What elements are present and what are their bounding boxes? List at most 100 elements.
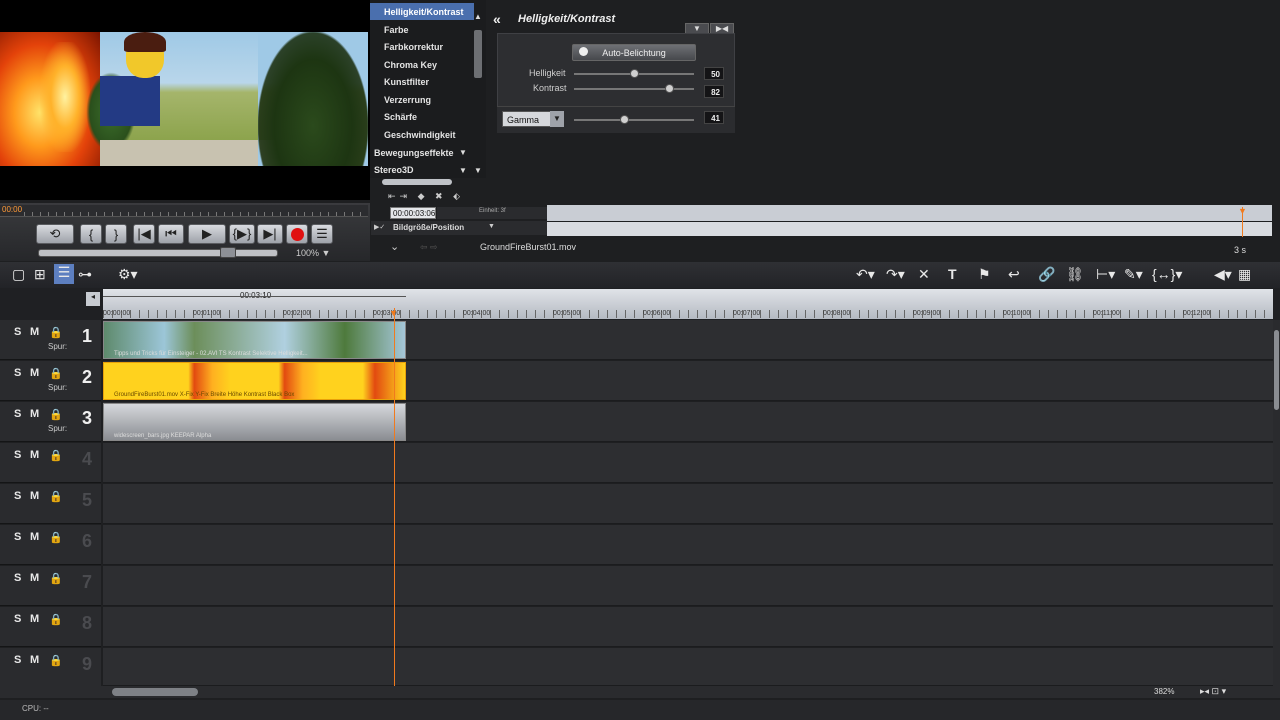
redo-icon[interactable]: ↷▾ xyxy=(886,266,905,283)
timeline-view-icon[interactable]: ☰ xyxy=(54,264,74,284)
solo-button[interactable]: S xyxy=(14,449,21,461)
gear-icon[interactable]: ⚙▾ xyxy=(118,266,138,283)
solo-button[interactable]: S xyxy=(14,490,21,502)
undo-icon[interactable]: ↶▾ xyxy=(856,266,875,283)
track-lane[interactable] xyxy=(103,443,1273,483)
marker-icon[interactable]: ⚑ xyxy=(978,266,991,283)
timeline-zoom[interactable]: 382% xyxy=(1154,687,1174,696)
expand-icon[interactable]: ▶✓ xyxy=(374,223,385,231)
lock-icon[interactable]: 🔒 xyxy=(49,367,63,380)
prev-keyframe-icon[interactable]: ⇤⇥ xyxy=(388,191,411,201)
lock-icon[interactable]: 🔒 xyxy=(49,408,63,421)
effect-chroma-key[interactable]: Chroma Key xyxy=(370,56,474,73)
return-icon[interactable]: ↩ xyxy=(1008,266,1020,283)
collapse-panel-icon[interactable]: « xyxy=(493,11,501,27)
solo-button[interactable]: S xyxy=(14,367,21,379)
solo-button[interactable]: S xyxy=(14,531,21,543)
keyframe-nav[interactable]: ⇤⇥ ◆ ✖ ⬖ xyxy=(388,191,464,202)
single-view-icon[interactable]: ▢ xyxy=(12,266,25,283)
lock-icon[interactable]: 🔒 xyxy=(49,449,63,462)
mute-button[interactable]: M xyxy=(30,613,39,625)
loop-button[interactable]: ⟲ xyxy=(36,224,74,244)
keyframe-track[interactable] xyxy=(547,222,1272,236)
lock-icon[interactable]: 🔒 xyxy=(49,531,63,544)
prev-marker-button[interactable]: |◀ xyxy=(133,224,155,244)
unlink-icon[interactable]: ⛓ xyxy=(1066,266,1084,283)
mute-button[interactable]: M xyxy=(30,449,39,461)
play-button[interactable]: ▶ xyxy=(188,224,226,244)
text-icon[interactable]: T xyxy=(948,266,957,282)
effect-helligkeit[interactable]: Helligkeit/Kontrast xyxy=(370,3,474,20)
prev-frame-button[interactable]: ⏮ xyxy=(158,224,184,244)
lock-icon[interactable]: 🔒 xyxy=(49,654,63,667)
effect-farbkorrektur[interactable]: Farbkorrektur xyxy=(370,38,474,55)
lock-icon[interactable]: 🔒 xyxy=(49,326,63,339)
brightness-knob[interactable] xyxy=(630,69,639,78)
contrast-value[interactable]: 82 xyxy=(704,85,724,98)
effect-farbe[interactable]: Farbe xyxy=(370,21,474,38)
keyframe-ruler[interactable] xyxy=(547,205,1272,221)
next-frame-button[interactable]: ▶| xyxy=(257,224,283,244)
pencil-icon[interactable]: ✎▾ xyxy=(1124,266,1143,283)
mute-button[interactable]: M xyxy=(30,490,39,502)
mixer-view-icon[interactable]: ⊶ xyxy=(78,266,92,283)
delete-icon[interactable]: ✕ xyxy=(918,266,930,283)
zoom-fit-icon[interactable]: ▸◂ ⊡ ▾ xyxy=(1200,686,1226,697)
lock-icon[interactable]: 🔒 xyxy=(49,572,63,585)
video-clip-1[interactable]: Tipps und Tricks für Einsteiger - 02.AVI… xyxy=(103,321,406,359)
link-icon[interactable]: 🔗 xyxy=(1038,266,1055,283)
playhead-marker-icon[interactable]: ▼ xyxy=(1238,206,1247,216)
keyframe-timecode[interactable]: 00:00:03:06 xyxy=(390,207,436,219)
solo-button[interactable]: S xyxy=(14,613,21,625)
keyframe-shape-icon[interactable]: ⬖ xyxy=(453,191,464,201)
video-clip-2[interactable]: GroundFireBurst01.mov X-Fix Y-Fix Breite… xyxy=(103,362,406,400)
lock-icon[interactable]: 🔒 xyxy=(49,490,63,503)
timeline-hscroll-thumb[interactable] xyxy=(112,688,198,696)
next-marker-button[interactable]: {▶} xyxy=(229,224,255,244)
scroll-down-icon[interactable]: ▼ xyxy=(474,166,482,175)
auto-exposure-button[interactable]: Auto-Belichtung xyxy=(572,44,696,61)
keyframe-span[interactable]: 3 s xyxy=(1234,245,1246,255)
expand-keyframes-icon[interactable]: ⌄ xyxy=(390,240,399,253)
contrast-slider[interactable] xyxy=(574,88,694,90)
scroll-up-icon[interactable]: ▲ xyxy=(474,12,482,21)
mark-out-button[interactable]: } xyxy=(105,224,127,244)
gamma-dropdown-button[interactable]: ▼ xyxy=(550,111,564,127)
track-lane[interactable] xyxy=(103,484,1273,524)
effect-geschwindigkeit[interactable]: Geschwindigkeit xyxy=(370,126,474,143)
timeline-vscroll-thumb[interactable] xyxy=(1274,330,1279,410)
delete-keyframe-icon[interactable]: ✖ xyxy=(435,191,447,201)
brightness-value[interactable]: 50 xyxy=(704,67,724,80)
contrast-knob[interactable] xyxy=(665,84,674,93)
track-lane[interactable] xyxy=(103,525,1273,565)
effect-kunstfilter[interactable]: Kunstfilter xyxy=(370,73,474,90)
mute-button[interactable]: M xyxy=(30,367,39,379)
gamma-knob[interactable] xyxy=(620,115,629,124)
effects-scrollbar[interactable] xyxy=(474,30,482,78)
record-button[interactable] xyxy=(286,224,308,244)
image-clip-3[interactable]: widescreen_bars.jpg KEEPAR Alpha xyxy=(103,403,406,441)
grid-view-icon[interactable]: ⊞ xyxy=(34,266,46,283)
lock-icon[interactable]: 🔒 xyxy=(49,613,63,626)
mute-button[interactable]: M xyxy=(30,408,39,420)
export-button[interactable]: ☰ xyxy=(311,224,333,244)
mark-in-button[interactable]: { xyxy=(80,224,102,244)
effects-hscroll[interactable] xyxy=(382,179,452,185)
chevron-down-icon[interactable]: ▼ xyxy=(488,223,495,230)
solo-button[interactable]: S xyxy=(14,572,21,584)
nav-arrows-icon[interactable]: ⇦ ⇨ xyxy=(420,242,438,253)
mute-button[interactable]: M xyxy=(30,654,39,666)
chevron-down-icon[interactable]: ▼ xyxy=(459,166,467,175)
mute-button[interactable]: M xyxy=(30,326,39,338)
speaker-icon[interactable]: ◀▾ xyxy=(1214,266,1232,283)
track-lane[interactable] xyxy=(103,648,1273,686)
trim-icon[interactable]: ⊢▾ xyxy=(1096,266,1115,283)
add-keyframe-icon[interactable]: ◆ xyxy=(418,191,429,201)
chevron-down-icon[interactable]: ▼ xyxy=(459,148,467,157)
effect-schaerfe[interactable]: Schärfe xyxy=(370,108,474,125)
mute-button[interactable]: M xyxy=(30,572,39,584)
playhead-marker-icon[interactable]: ▼ xyxy=(389,308,398,318)
mixer-icon[interactable]: ▦ xyxy=(1238,266,1251,283)
mute-button[interactable]: M xyxy=(30,531,39,543)
track-lane[interactable] xyxy=(103,566,1273,606)
